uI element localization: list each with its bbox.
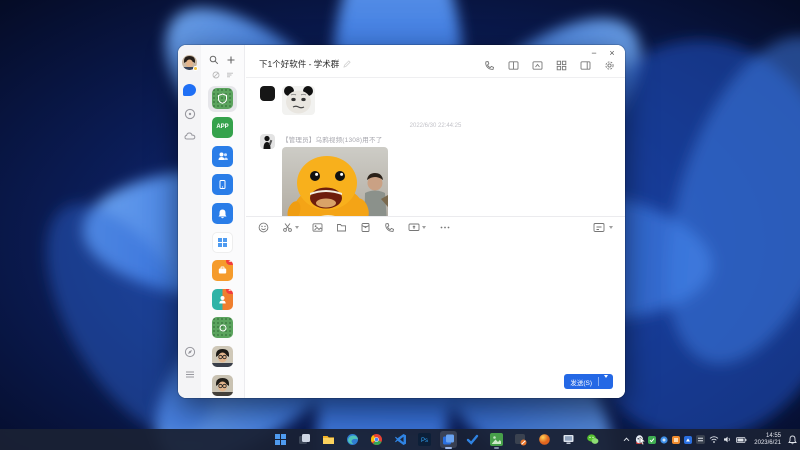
red-packet-icon[interactable] [360,222,371,233]
desktop: { "window": { "title": "下1个好软件 - 学术群", "… [0,0,800,450]
blocked-app-icon[interactable] [512,431,529,448]
task-view-button[interactable] [296,431,313,448]
chat-item-app[interactable]: APP [208,115,237,141]
taskbar-clock[interactable]: 14:55 2023/6/21 [751,433,784,447]
message-list: 2022/6/30 22:44:25 【管理员】乌鸦视频(1308)用不了 [246,78,625,216]
sender-name: 【管理员】乌鸦视频(1308)用不了 [282,134,388,144]
tray-green-icon[interactable] [648,436,656,444]
remote-desktop-icon[interactable] [560,431,577,448]
checkmark-app-icon[interactable] [464,431,481,448]
chat-item-work[interactable]: 13 [208,258,237,284]
chat-item-windows-group[interactable] [208,229,237,255]
green-gallery-app-icon[interactable] [488,431,505,448]
ime-indicator-icon[interactable] [696,435,705,444]
moments-icon[interactable] [184,108,196,120]
cloud-drive-icon[interactable] [184,130,196,142]
message-textarea[interactable] [246,237,625,370]
timestamp: 2022/6/30 22:44:25 [260,123,611,129]
unread-badge: 13 [226,260,233,265]
qq-app-icon[interactable] [440,431,457,448]
nav-rail [178,45,201,398]
wifi-icon[interactable] [709,435,719,444]
chat-item-green-group[interactable] [208,315,237,341]
split-view-icon[interactable] [508,60,519,71]
send-button-label: 发送(S) [564,377,598,387]
battery-icon[interactable] [736,436,747,444]
chat-item-contact[interactable]: 21 [208,286,237,312]
more-icon[interactable] [439,222,451,233]
taskbar-apps: Ps [272,429,601,450]
discover-icon[interactable] [184,346,196,358]
start-button[interactable] [272,431,289,448]
chat-item-group-selected[interactable] [208,86,237,112]
clock-time: 14:55 [754,433,781,440]
conversation-list: APP 13 21 [201,45,245,398]
group-apps-icon[interactable] [556,60,567,71]
svg-text:Ps: Ps [421,438,428,444]
emoji-icon[interactable] [258,222,269,233]
wechat-icon[interactable] [584,431,601,448]
sender-avatar[interactable] [260,134,275,149]
message-row [260,86,611,115]
chat-header: − × 下1个好软件 - 学术群 [246,45,625,78]
user-avatar[interactable] [182,55,197,70]
image-icon[interactable] [312,222,323,233]
volume-icon[interactable] [723,435,732,444]
close-button[interactable]: × [605,47,619,59]
sort-icon[interactable] [226,71,234,79]
sender-avatar[interactable] [260,86,275,101]
unread-badge: 21 [226,289,233,294]
taskbar: Ps 14:55 2023/6/21 [0,429,800,450]
status-dot-icon [193,66,198,71]
voice-call-icon[interactable] [484,60,495,71]
message-input[interactable] [246,237,625,370]
chat-item-notifications[interactable] [208,201,237,227]
search-icon[interactable] [209,55,219,65]
sidebar-panel-icon[interactable] [580,60,591,71]
send-options-caret-icon[interactable] [599,378,613,385]
chrome-icon[interactable] [368,431,385,448]
chat-history-icon[interactable] [593,222,613,233]
clock-date: 2023/6/21 [754,440,781,447]
notification-bell-icon[interactable] [788,435,797,445]
input-toolbar [246,217,625,237]
messages-tab-icon[interactable] [183,84,196,96]
screen-share-icon[interactable] [408,222,426,233]
tray-orange-icon[interactable] [672,436,680,444]
sticker-panda-meme[interactable] [282,86,315,115]
sticker-charmander-gif[interactable] [282,147,388,216]
tray-chevron-up-icon[interactable] [622,435,631,444]
chat-item-group-assistant[interactable] [208,143,237,169]
chat-item-friend-1[interactable] [208,344,237,370]
message-row: 【管理员】乌鸦视频(1308)用不了 [260,134,611,216]
chat-pane: − × 下1个好软件 - 学术群 [246,45,625,398]
chat-title: 下1个好软件 - 学术群 [259,58,339,70]
chat-item-friend-2[interactable] [208,372,237,398]
send-button[interactable]: 发送(S) [564,374,613,389]
tray-blue-circle-icon[interactable] [660,436,668,444]
file-explorer-icon[interactable] [320,431,337,448]
screenshot-icon[interactable] [282,222,299,233]
add-icon[interactable] [226,55,236,65]
settings-icon[interactable] [604,60,615,71]
qq-chat-window: APP 13 21 [178,45,625,398]
edge-icon[interactable] [344,431,361,448]
tray-qq-icon[interactable] [635,435,644,444]
minimize-button[interactable]: − [587,47,601,59]
chat-item-my-device[interactable] [208,172,237,198]
edit-title-icon[interactable] [343,60,351,68]
tray-blue-square-icon[interactable] [684,436,692,444]
file-icon[interactable] [336,222,347,233]
send-row: 发送(S) [246,370,625,398]
photoshop-icon[interactable]: Ps [416,431,433,448]
orange-ball-app-icon[interactable] [536,431,553,448]
system-tray: 14:55 2023/6/21 [622,429,797,450]
vscode-icon[interactable] [392,431,409,448]
filter-icon[interactable] [212,71,220,79]
screen-share-icon[interactable] [532,60,543,71]
menu-icon[interactable] [184,368,196,380]
voice-call-icon[interactable] [384,222,395,233]
